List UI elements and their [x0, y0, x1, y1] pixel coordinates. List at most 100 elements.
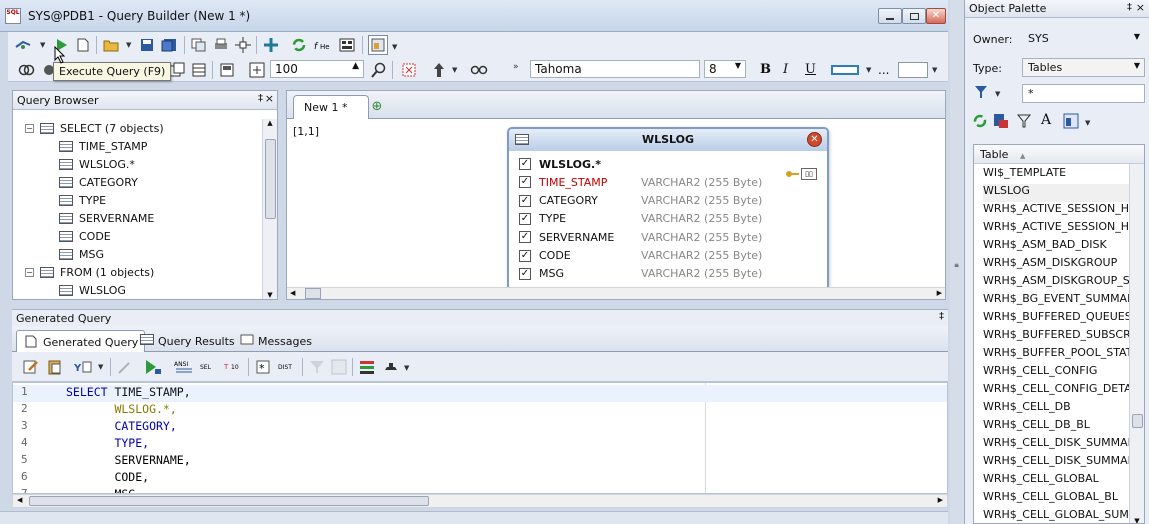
more-button[interactable]: ... — [878, 63, 889, 77]
add-table-icon[interactable] — [262, 36, 280, 54]
tree-item-column[interactable]: CODE — [59, 227, 111, 245]
column-checkbox[interactable]: ✓ — [519, 212, 531, 225]
code-line[interactable]: 4 TYPE, — [13, 436, 947, 453]
chevron-down-icon[interactable]: ▼ — [40, 41, 45, 49]
column-checkbox[interactable]: ✓ — [519, 231, 531, 244]
select-icon[interactable]: SEL — [200, 358, 220, 376]
grid-icon[interactable] — [338, 36, 356, 54]
save-icon[interactable] — [138, 36, 156, 54]
layout-icon[interactable] — [234, 36, 252, 54]
group-icon[interactable] — [330, 358, 348, 376]
underline-button[interactable]: U — [805, 62, 816, 77]
chevron-down-icon[interactable]: ▼ — [866, 66, 871, 74]
tree-item-column[interactable]: TYPE — [59, 191, 106, 209]
pin-icon[interactable]: ‡ — [1127, 2, 1132, 13]
table-list-item[interactable]: WRH$_CELL_DB — [983, 400, 1129, 418]
chevron-down-icon[interactable]: ▼ — [452, 66, 457, 74]
close-window-button[interactable]: ✕ — [926, 8, 946, 24]
tree-item-column[interactable]: MSG — [59, 245, 104, 263]
chevron-down-icon[interactable]: ▼ — [932, 66, 937, 74]
code-line[interactable]: 5 SERVERNAME, — [13, 453, 947, 470]
table-column-row[interactable]: ✓ CATEGORY VARCHAR2 (255 Byte) — [519, 192, 819, 210]
column-checkbox[interactable]: ✓ — [519, 194, 531, 207]
zoom-input[interactable]: 100 ▲ — [270, 60, 364, 78]
table-list-item[interactable]: WRH$_CELL_GLOBAL_BL — [983, 490, 1129, 508]
close-icon[interactable]: ✕ — [807, 132, 822, 147]
fit-icon[interactable] — [248, 61, 266, 79]
tab-query-results[interactable]: Query Results — [132, 330, 241, 352]
scroll-right-icon[interactable]: ▶ — [937, 289, 942, 297]
tree-group-from[interactable]: − FROM (1 objects) — [25, 263, 154, 281]
table-list-item[interactable]: WRH$_CELL_GLOBAL_SUMMA — [983, 508, 1129, 523]
join-icon[interactable] — [18, 61, 36, 79]
table-list-item[interactable]: WRH$_BG_EVENT_SUMMARY — [983, 292, 1129, 310]
table-list-item[interactable]: WRH$_ASM_BAD_DISK — [983, 238, 1129, 256]
table-column-row[interactable]: ✓ SERVERNAME VARCHAR2 (255 Byte) — [519, 228, 819, 246]
type-select[interactable]: Tables ▼ — [1022, 58, 1145, 77]
arrow-up-icon[interactable] — [430, 61, 448, 79]
sql-editor[interactable]: 1 SELECT TIME_STAMP, 2 WLSLOG.*, 3 CATEGORY… — [12, 382, 948, 494]
format-sql-icon[interactable]: Y — [74, 358, 92, 376]
chevron-down-icon[interactable]: ▼ — [126, 41, 131, 49]
close-icon[interactable]: × — [265, 92, 274, 105]
table-list-item[interactable]: WRH$_CELL_DB_BL — [983, 418, 1129, 436]
chevron-down-icon[interactable]: ▼ — [98, 363, 103, 371]
grip-icon[interactable]: ≡ — [954, 262, 960, 269]
table-column-row[interactable]: ✓ WLSLOG.* — [519, 155, 819, 173]
table-list-header[interactable]: Table ▲ — [974, 145, 1144, 164]
tree-group-select[interactable]: − SELECT (7 objects) — [25, 119, 164, 137]
font-name-select[interactable]: Tahoma — [530, 60, 700, 78]
refresh-icon[interactable] — [290, 36, 308, 54]
scroll-thumb[interactable] — [265, 139, 276, 219]
code-line[interactable]: 6 CODE, — [13, 470, 947, 487]
table-list-item[interactable]: WRH$_CELL_DISK_SUMMARY_ — [983, 454, 1129, 472]
table-list-item[interactable]: WLSLOG — [983, 184, 1129, 202]
view-icon[interactable] — [1063, 113, 1079, 129]
table-column-row[interactable]: ✓ TIME_STAMP VARCHAR2 (255 Byte) — [519, 173, 819, 191]
column-checkbox[interactable]: ✓ — [519, 267, 531, 280]
paste-icon[interactable] — [46, 358, 64, 376]
editor-hscroll[interactable]: ◀ ▶ — [12, 494, 948, 508]
filter-red-icon[interactable] — [400, 61, 418, 79]
table-list-scrollbar[interactable]: ▼ — [1129, 164, 1144, 523]
minimize-button[interactable] — [878, 8, 902, 24]
list-icon[interactable] — [358, 358, 376, 376]
code-line[interactable]: 1 SELECT TIME_STAMP, — [13, 385, 947, 402]
table-box-header[interactable]: WLSLOG ✕ — [509, 129, 827, 151]
table-column-row[interactable]: ✓ CODE VARCHAR2 (255 Byte) — [519, 247, 819, 265]
table-list-item[interactable]: WRH$_BUFFERED_QUEUES — [983, 310, 1129, 328]
ansi-icon[interactable]: ANSI — [174, 358, 194, 376]
open-folder-icon[interactable] — [102, 36, 120, 54]
scroll-right-icon[interactable]: ▶ — [938, 496, 943, 504]
filter-type-icon[interactable] — [973, 85, 989, 99]
tree-item-column[interactable]: CATEGORY — [59, 173, 138, 191]
table-list-item[interactable]: WRH$_ACTIVE_SESSION_HIS — [983, 220, 1129, 238]
scroll-up-icon[interactable]: ▲ — [263, 119, 277, 127]
table-box-wlslog[interactable]: WLSLOG ✕ ✓ WLSLOG.* ✓ TIME_STAMP VARCHAR2 (2… — [507, 127, 829, 291]
new-document-icon[interactable] — [74, 36, 92, 54]
code-line[interactable]: 3 CATEGORY, — [13, 419, 947, 436]
column-checkbox[interactable]: ✓ — [519, 249, 531, 262]
table-list-item[interactable]: WRH$_ASM_DISKGROUP_STA — [983, 274, 1129, 292]
filter-icon[interactable] — [308, 358, 326, 376]
run-icon[interactable] — [144, 358, 162, 376]
add-tab-icon[interactable]: ⊕ — [369, 99, 385, 115]
scroll-thumb[interactable] — [1132, 414, 1143, 428]
table-list-item[interactable]: WI$_TEMPLATE — [983, 166, 1129, 184]
collapse-icon[interactable]: − — [25, 123, 34, 133]
auto-layout-icon[interactable] — [218, 61, 236, 79]
overflow-icon[interactable]: » — [513, 62, 519, 72]
close-icon[interactable]: × — [1136, 1, 1145, 14]
scroll-down-icon[interactable]: ▼ — [1130, 517, 1144, 523]
table-icon[interactable] — [190, 61, 208, 79]
edit-icon[interactable] — [22, 358, 40, 376]
scroll-down-icon[interactable]: ▼ — [263, 291, 277, 299]
pin-icon[interactable]: ‡ — [939, 311, 944, 322]
link-icon[interactable] — [470, 61, 488, 79]
connection-icon[interactable] — [14, 36, 32, 54]
bold-button[interactable]: B — [760, 62, 771, 77]
tab-new-1[interactable]: New 1 * — [293, 95, 369, 119]
column-checkbox[interactable]: ✓ — [519, 158, 531, 170]
table-list-item[interactable]: WRH$_BUFFERED_SUBSCRIBE — [983, 328, 1129, 346]
chevron-down-icon[interactable]: ▼ — [404, 364, 409, 372]
